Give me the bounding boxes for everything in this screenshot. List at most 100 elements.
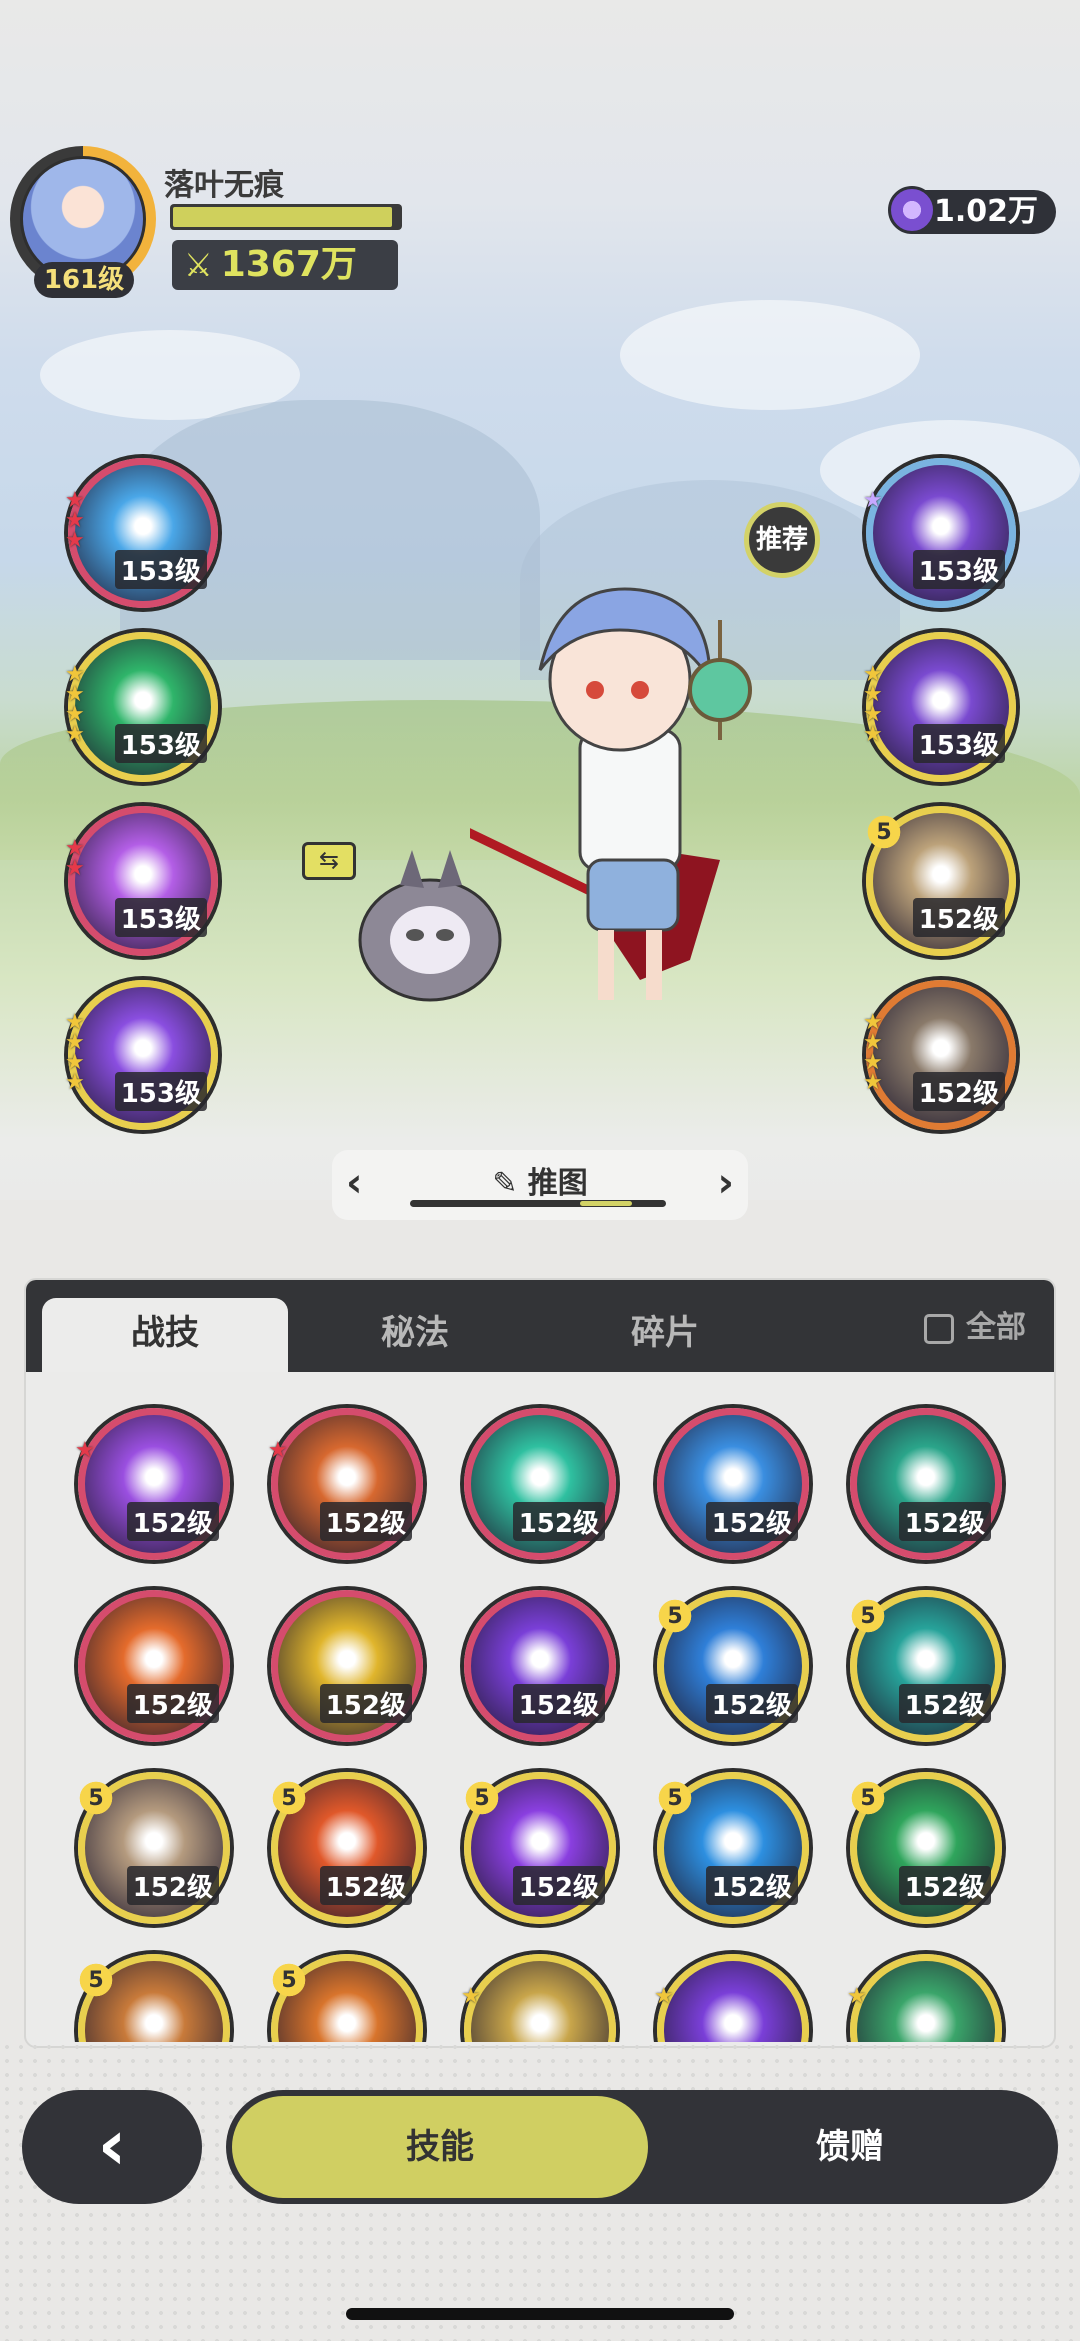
- skill-level-label: 152级: [319, 1684, 412, 1723]
- tab-gifts[interactable]: 馈赠: [648, 2096, 1052, 2198]
- inventory-skill-9[interactable]: 152级 5: [849, 1590, 1002, 1742]
- star-icon: ★: [461, 1984, 481, 2009]
- inventory-skill-5[interactable]: 152级: [78, 1590, 230, 1742]
- checkbox-icon: [924, 1313, 954, 1344]
- loadout-title[interactable]: ✎ 推图: [332, 1158, 748, 1202]
- star-icon: ★: [863, 722, 883, 747]
- inventory-skill-12[interactable]: 152级 5: [463, 1772, 616, 1924]
- tab-skills[interactable]: 技能: [232, 2096, 648, 2198]
- star-rating: ★ ★: [65, 838, 87, 881]
- inventory-skill-0[interactable]: 152级 ★: [75, 1408, 230, 1560]
- tab-fragments[interactable]: 碎片: [542, 1298, 788, 1372]
- five-star-badge-icon: 5: [849, 1597, 887, 1635]
- player-level-badge: 161级: [34, 262, 134, 298]
- swords-icon: ⚔: [184, 246, 213, 284]
- inventory-skill-8[interactable]: 152级 5: [656, 1590, 809, 1742]
- tab-combat-skills[interactable]: 战技: [42, 1298, 288, 1372]
- back-button[interactable]: ‹: [22, 2090, 202, 2204]
- inventory-skill-16[interactable]: 5: [270, 1954, 423, 2042]
- star-rating: ★: [863, 488, 885, 513]
- inventory-skill-3[interactable]: 152级: [657, 1408, 809, 1560]
- left-skill-2[interactable]: 153级 ★ ★: [65, 806, 218, 956]
- inventory-skill-15[interactable]: 5: [77, 1954, 230, 2042]
- player-hp-bar: [170, 204, 402, 230]
- inventory-skill-7[interactable]: 152级: [464, 1590, 616, 1742]
- star-icon: ★: [65, 1070, 85, 1095]
- right-skill-0[interactable]: 153级 ★: [863, 458, 1016, 608]
- next-loadout-arrow[interactable]: ›: [718, 1160, 734, 1206]
- inventory-skill-1[interactable]: 152级 ★: [268, 1408, 423, 1560]
- inventory-skill-17[interactable]: ★: [461, 1954, 616, 2042]
- right-skill-2[interactable]: 152级 5: [865, 806, 1016, 956]
- home-indicator: [346, 2308, 734, 2320]
- five-star-badge-icon: 5: [865, 813, 903, 851]
- inventory-skill-19[interactable]: ★: [847, 1954, 1002, 2042]
- recommend-button[interactable]: 推荐: [744, 502, 820, 578]
- left-skill-0[interactable]: 153级 ★ ★ ★: [65, 458, 218, 608]
- star-icon: ★: [268, 1438, 288, 1463]
- swap-icon[interactable]: ⇆: [302, 842, 356, 880]
- skill-level-label: 152级: [126, 1502, 219, 1541]
- star-icon: ★: [863, 488, 883, 513]
- loadout-page-indicator: [410, 1200, 666, 1207]
- skill-level-label: 152级: [705, 1684, 798, 1723]
- pencil-icon: ✎: [492, 1166, 518, 1201]
- skill-level-label: 152级: [898, 1866, 991, 1905]
- star-icon: ★: [65, 528, 85, 553]
- inventory-skill-10[interactable]: 152级 5: [77, 1772, 230, 1924]
- player-hp-fill: [173, 207, 393, 227]
- show-all-checkbox[interactable]: 全部: [924, 1308, 1026, 1348]
- inventory-skill-11[interactable]: 152级 5: [270, 1772, 423, 1924]
- skill-grid: 152级 ★ 152级 ★ 152级 152级 152级 152级 152级 152级 152级 5 1…: [26, 1372, 1054, 2042]
- crystal-icon: [888, 186, 936, 234]
- inventory-skill-6[interactable]: 152级: [271, 1590, 423, 1742]
- inventory-skill-18[interactable]: ★: [654, 1954, 809, 2042]
- star-icon: ★: [65, 856, 85, 881]
- star-rating: ★: [75, 1438, 97, 1463]
- right-skill-1[interactable]: 153级 ★ ★ ★ ★: [863, 632, 1016, 782]
- star-icon: ★: [65, 722, 85, 747]
- bottom-segment-bar: 技能 馈赠: [226, 2090, 1058, 2204]
- skill-level-label: 153级: [114, 1072, 207, 1111]
- skill-level-label: 152级: [912, 1072, 1005, 1111]
- five-star-badge-icon: 5: [77, 1961, 115, 1999]
- pet-companion: [358, 850, 502, 1002]
- skill-level-label: 152级: [898, 1502, 991, 1541]
- skill-level-label: 153级: [114, 724, 207, 763]
- skill-level-label: 152级: [126, 1684, 219, 1723]
- loadout-title-label: 推图: [527, 1166, 588, 1201]
- skill-level-label: 152级: [319, 1502, 412, 1541]
- star-icon: ★: [75, 1438, 95, 1463]
- five-star-badge-icon: 5: [270, 1779, 308, 1817]
- inventory-skill-14[interactable]: 152级 5: [849, 1772, 1002, 1924]
- star-rating: ★: [654, 1984, 676, 2009]
- skill-level-label: 152级: [512, 1502, 605, 1541]
- loadout-page-thumb: [580, 1201, 632, 1206]
- skill-level-label: 152级: [512, 1866, 605, 1905]
- inventory-skill-2[interactable]: 152级: [464, 1408, 616, 1560]
- star-rating: ★: [461, 1984, 483, 2009]
- left-skill-3[interactable]: 153级 ★ ★ ★ ★: [65, 980, 218, 1130]
- right-skill-3[interactable]: 152级 ★ ★ ★ ★: [863, 980, 1016, 1130]
- show-all-label: 全部: [966, 1310, 1026, 1345]
- skill-inventory-panel: 战技 秘法 碎片 全部 152级 ★ 152级 ★ 152级 152级 152级 152级 15…: [24, 1278, 1056, 2048]
- combat-power-value: 1367万: [220, 244, 357, 285]
- skill-level-label: 152级: [319, 1866, 412, 1905]
- star-icon: ★: [863, 1070, 883, 1095]
- left-skill-1[interactable]: 153级 ★ ★ ★ ★: [65, 632, 218, 782]
- inventory-skill-13[interactable]: 152级 5: [656, 1772, 809, 1924]
- tab-secret-arts[interactable]: 秘法: [292, 1298, 538, 1372]
- five-star-badge-icon: 5: [270, 1961, 308, 1999]
- skill-inventory-tabs: 战技 秘法 碎片 全部: [26, 1280, 1054, 1372]
- five-star-badge-icon: 5: [463, 1779, 501, 1817]
- skill-level-label: 152级: [912, 898, 1005, 937]
- star-rating: ★: [847, 1986, 869, 2008]
- chevron-left-icon: ‹: [97, 2104, 127, 2186]
- five-star-badge-icon: 5: [849, 1779, 887, 1817]
- star-icon: ★: [654, 1984, 674, 2009]
- five-star-badge-icon: 5: [656, 1779, 694, 1817]
- player-name: 落叶无痕: [164, 168, 284, 203]
- loadout-switcher: ‹ ✎ 推图 ›: [332, 1150, 748, 1220]
- star-rating: ★: [268, 1438, 290, 1463]
- inventory-skill-4[interactable]: 152级: [850, 1408, 1002, 1560]
